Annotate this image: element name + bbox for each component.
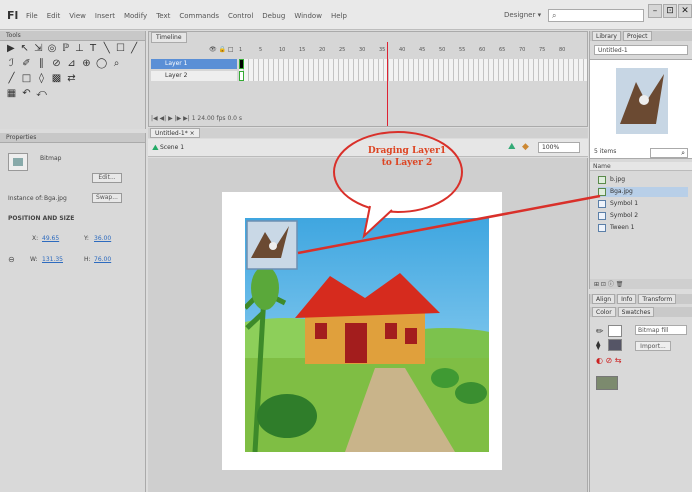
callout-tail xyxy=(362,205,393,239)
callout-text: Draging Layer1 to Layer 2 xyxy=(367,146,447,168)
drag-indicator-line xyxy=(297,194,601,255)
annotation-overlay xyxy=(297,131,601,255)
callout-bubble xyxy=(333,131,463,213)
